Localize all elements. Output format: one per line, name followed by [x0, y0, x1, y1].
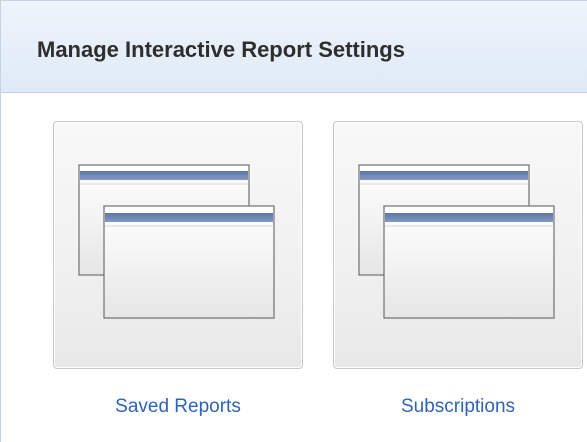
- subscriptions-link[interactable]: Subscriptions: [333, 395, 583, 419]
- panel-header: Manage Interactive Report Settings: [1, 1, 587, 93]
- panel-title: Manage Interactive Report Settings: [37, 37, 405, 62]
- manage-settings-panel: Manage Interactive Report Settings Saved…: [0, 0, 587, 442]
- subscriptions-tile[interactable]: [333, 121, 583, 369]
- report-windows-icon: [358, 164, 555, 319]
- front-window-icon: [103, 205, 275, 319]
- report-windows-icon: [78, 164, 275, 319]
- front-window-icon: [383, 205, 555, 319]
- saved-reports-link[interactable]: Saved Reports: [53, 395, 303, 419]
- saved-reports-tile[interactable]: [53, 121, 303, 369]
